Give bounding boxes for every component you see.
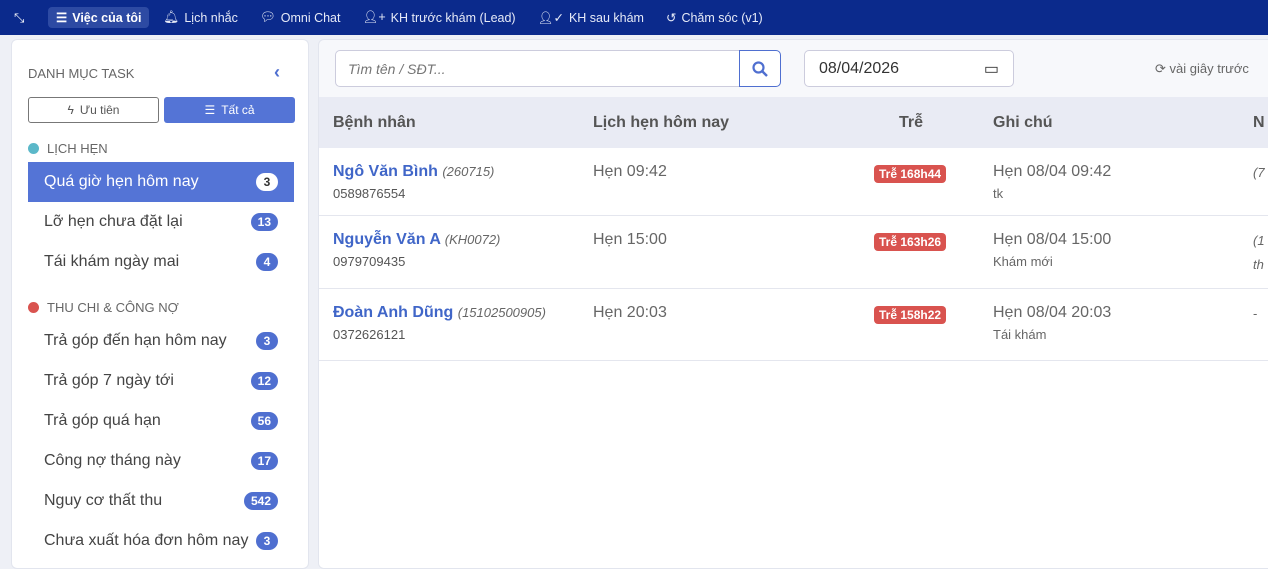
sidebar-item[interactable]: Nguy cơ thất thu 542 bbox=[28, 481, 294, 521]
history-icon: ↺ bbox=[665, 11, 677, 25]
nav-omni-chat[interactable]: 💬︎ Omni Chat bbox=[252, 7, 349, 28]
col-next[interactable]: N bbox=[1253, 114, 1265, 132]
patient-phone: 0372626121 bbox=[333, 327, 406, 342]
extra-col: (7 bbox=[1253, 165, 1265, 180]
table-row[interactable]: Đoàn Anh Dũng (15102500905) 0372626121 H… bbox=[319, 289, 1268, 361]
sidebar-item[interactable]: Chưa xuất hóa đơn hôm nay 3 bbox=[28, 521, 294, 561]
count-badge: 56 bbox=[250, 412, 278, 430]
table-header: Bệnh nhân Lịch hẹn hôm nay Trễ Ghi chú N bbox=[319, 97, 1268, 148]
main-panel: 08/04/2026▭ ⟳ vài giây trước Bệnh nhân L… bbox=[318, 39, 1268, 569]
count-badge: 3 bbox=[256, 332, 278, 350]
count-badge: 3 bbox=[256, 173, 278, 191]
search-input[interactable] bbox=[335, 50, 740, 87]
sidebar-title: DANH MỤC TASK bbox=[28, 66, 135, 81]
note: Hẹn 08/04 15:00 bbox=[993, 231, 1112, 248]
bell-icon: 🔔︎ bbox=[163, 10, 180, 24]
bolt-icon: ϟ bbox=[67, 103, 74, 117]
dot-icon bbox=[28, 302, 39, 313]
patient-name[interactable]: Ngô Văn Bình (260715) bbox=[333, 163, 494, 181]
calendar-icon[interactable]: ▭ bbox=[984, 59, 999, 79]
group-finance: THU CHI & CÔNG NỢ bbox=[28, 300, 179, 315]
table-row[interactable]: Ngô Văn Bình (260715) 0589876554 Hẹn 09:… bbox=[319, 148, 1268, 216]
col-note[interactable]: Ghi chú bbox=[993, 114, 1053, 132]
list-icon: ☰ bbox=[204, 103, 216, 117]
count-badge: 4 bbox=[256, 253, 278, 271]
count-badge: 3 bbox=[256, 532, 278, 550]
extra-col: (1 bbox=[1253, 233, 1265, 248]
refresh-button[interactable]: ⟳ vài giây trước bbox=[1155, 61, 1249, 77]
sidebar-item[interactable]: Trả góp 7 ngày tới 12 bbox=[28, 361, 294, 401]
col-appointment[interactable]: Lịch hẹn hôm nay bbox=[593, 114, 729, 132]
sidebar-item[interactable]: Trả góp quá hạn 56 bbox=[28, 401, 294, 441]
appointment-time: Hẹn 09:42 bbox=[593, 163, 667, 180]
group-appointments: LỊCH HẸN bbox=[28, 141, 108, 156]
patient-name[interactable]: Nguyễn Văn A (KH0072) bbox=[333, 231, 500, 249]
note-sub: Khám mới bbox=[993, 254, 1053, 269]
sidebar-item[interactable]: Lỡ hẹn chưa đặt lại 13 bbox=[28, 202, 294, 242]
note-sub: Tái khám bbox=[993, 327, 1047, 342]
chat-icon: 💬︎ bbox=[259, 10, 276, 24]
search-button[interactable] bbox=[739, 50, 781, 87]
table-body: Ngô Văn Bình (260715) 0589876554 Hẹn 09:… bbox=[319, 148, 1268, 568]
task-sidebar: DANH MỤC TASK ‹ ϟ Ưu tiên ☰ Tất cả LỊCH HẸ… bbox=[11, 39, 309, 569]
chevron-left-icon[interactable]: ‹ bbox=[274, 62, 280, 83]
nav-after-visit[interactable]: 👤︎✓ KH sau khám bbox=[530, 7, 652, 29]
user-check-icon: 👤︎✓ bbox=[537, 10, 564, 25]
table-row[interactable]: Nguyễn Văn A (KH0072) 0979709435 Hẹn 15:… bbox=[319, 216, 1268, 289]
list-check-icon: ☰ bbox=[56, 11, 68, 25]
sidebar-item[interactable]: Quá giờ hẹn hôm nay 3 bbox=[28, 162, 294, 202]
patient-phone: 0589876554 bbox=[333, 186, 406, 201]
extra-col: - bbox=[1253, 306, 1258, 321]
nav-lead[interactable]: 👤︎+ KH trước khám (Lead) bbox=[354, 7, 523, 28]
nav-my-tasks[interactable]: ☰ Việc của tôi bbox=[48, 7, 150, 28]
date-input[interactable]: 08/04/2026 ▭ bbox=[804, 50, 1014, 87]
appointment-time: Hẹn 15:00 bbox=[593, 231, 667, 248]
late-badge: Trễ 168h44 bbox=[874, 165, 947, 183]
extra-col-2: th bbox=[1253, 257, 1264, 272]
nav-reminders[interactable]: 🔔︎ Lịch nhắc bbox=[155, 7, 245, 28]
count-badge: 17 bbox=[250, 452, 278, 470]
sidebar-item[interactable]: Trả góp đến hạn hôm nay 3 bbox=[28, 321, 294, 361]
dot-icon bbox=[28, 143, 39, 154]
note: Hẹn 08/04 09:42 bbox=[993, 163, 1112, 180]
count-badge: 542 bbox=[243, 492, 278, 510]
all-button[interactable]: ☰ Tất cả bbox=[164, 97, 295, 123]
col-late[interactable]: Trễ bbox=[899, 114, 923, 132]
patient-phone: 0979709435 bbox=[333, 254, 406, 269]
count-badge: 12 bbox=[250, 372, 278, 390]
top-nav: ⤡ ☰ Việc của tôi 🔔︎ Lịch nhắc 💬︎ Omni Chat … bbox=[0, 0, 1268, 35]
sidebar-item[interactable]: Tái khám ngày mai 4 bbox=[28, 242, 294, 282]
count-badge: 13 bbox=[250, 213, 278, 231]
note: Hẹn 08/04 20:03 bbox=[993, 304, 1112, 321]
nav-care[interactable]: ↺ Chăm sóc (v1) bbox=[658, 7, 771, 28]
refresh-icon: ⟳ bbox=[1155, 61, 1166, 76]
sidebar-item[interactable]: Công nợ tháng này 17 bbox=[28, 441, 294, 481]
user-plus-icon: 👤︎+ bbox=[362, 10, 386, 24]
patient-name[interactable]: Đoàn Anh Dũng (15102500905) bbox=[333, 304, 546, 322]
compress-icon[interactable]: ⤡ bbox=[14, 10, 34, 26]
late-badge: Trễ 163h26 bbox=[874, 233, 947, 251]
search-icon bbox=[752, 60, 768, 77]
priority-button[interactable]: ϟ Ưu tiên bbox=[28, 97, 159, 123]
late-badge: Trễ 158h22 bbox=[874, 306, 947, 324]
note-sub: tk bbox=[993, 186, 1004, 201]
appointment-time: Hẹn 20:03 bbox=[593, 304, 667, 321]
col-patient[interactable]: Bệnh nhân bbox=[333, 114, 416, 132]
